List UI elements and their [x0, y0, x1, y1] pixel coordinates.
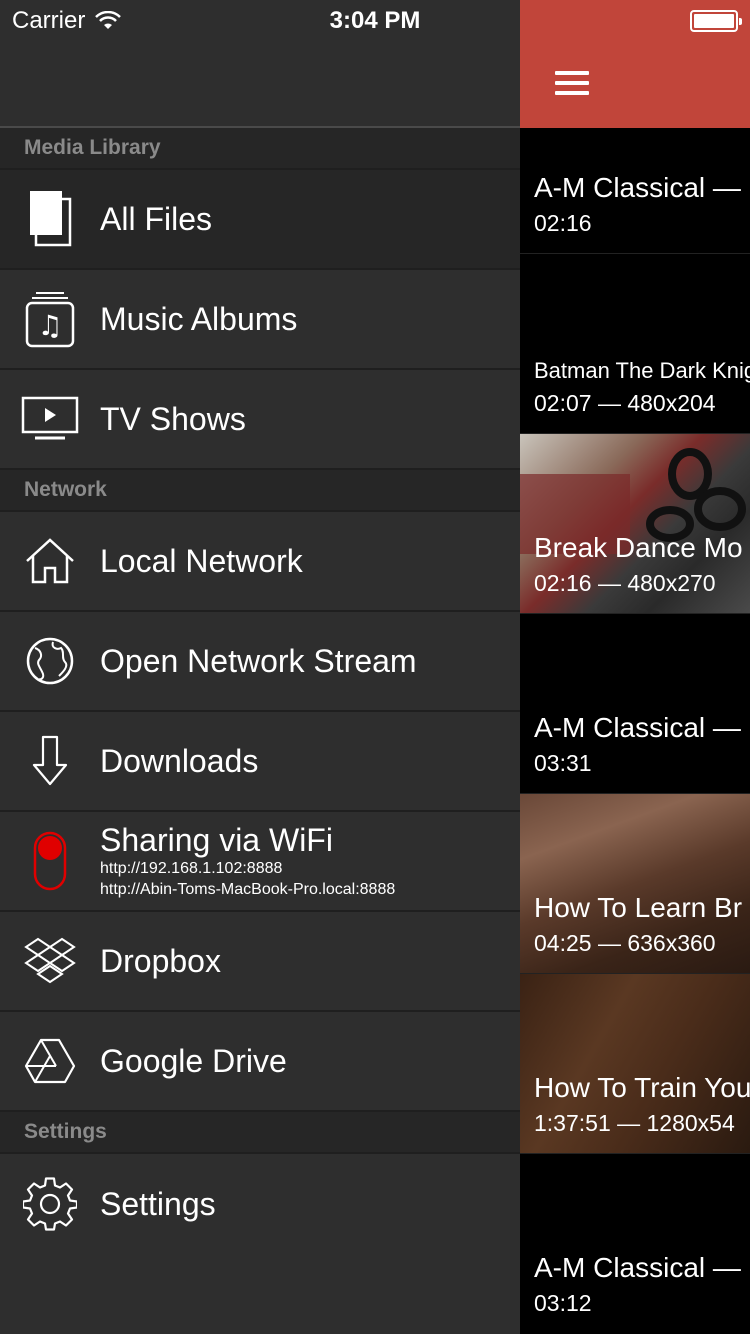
sidebar-item-label: Local Network [100, 542, 303, 579]
video-meta: 02:16 [534, 210, 592, 236]
sidebar-item-open-network-stream[interactable]: Open Network Stream [0, 612, 520, 712]
sharing-url-host: http://Abin-Toms-MacBook-Pro.local:8888 [100, 881, 396, 898]
sharing-text-group: Sharing via WiFi http://192.168.1.102:88… [100, 822, 395, 900]
video-row[interactable]: How To Train You 1:37:51 — 1280x54 [520, 974, 750, 1154]
svg-text:♫: ♫ [37, 309, 62, 342]
sidebar-item-label: Open Network Stream [100, 642, 417, 679]
video-meta: 02:07 — 480x204 [534, 390, 716, 416]
sidebar-item-label: Downloads [100, 742, 259, 779]
sidebar-item-label: TV Shows [100, 400, 246, 437]
sidebar-item-tv-shows[interactable]: TV Shows [0, 370, 520, 470]
sidebar-item-label: Music Albums [100, 300, 298, 337]
sidebar: Media Library All Files ♫ Music Albums T… [0, 0, 520, 1334]
section-header-settings: Settings [0, 1112, 520, 1154]
video-meta: 03:12 [534, 1290, 592, 1316]
video-row[interactable]: A-M Classical — 02:16 [520, 128, 750, 254]
section-header-network: Network [0, 470, 520, 512]
sidebar-item-dropbox[interactable]: Dropbox [0, 912, 520, 1012]
files-icon [0, 169, 100, 269]
sidebar-item-label: Settings [100, 1185, 216, 1222]
video-meta: 1:37:51 — 1280x54 [534, 1110, 735, 1136]
hamburger-menu-icon[interactable] [555, 71, 589, 95]
sidebar-item-google-drive[interactable]: Google Drive [0, 1012, 520, 1112]
download-arrow-icon [0, 711, 100, 811]
video-title: Break Dance Mo [534, 532, 743, 563]
music-album-icon: ♫ [0, 269, 100, 369]
gear-icon [0, 1154, 100, 1254]
video-row[interactable]: A-M Classical — 03:31 [520, 614, 750, 794]
video-title: Batman The Dark Knig [534, 358, 750, 383]
video-meta: 04:25 — 636x360 [534, 930, 716, 956]
video-title: A-M Classical — [534, 1252, 741, 1283]
section-header-media-library: Media Library [0, 128, 520, 170]
sidebar-item-music-albums[interactable]: ♫ Music Albums [0, 270, 520, 370]
video-title: A-M Classical — [534, 172, 741, 203]
video-row[interactable]: How To Learn Br 04:25 — 636x360 [520, 794, 750, 974]
home-icon [0, 511, 100, 611]
video-row[interactable]: A-M Classical — 03:12 [520, 1154, 750, 1334]
sidebar-item-label: Google Drive [100, 1042, 287, 1079]
video-row[interactable]: Batman The Dark Knig 02:07 — 480x204 [520, 254, 750, 434]
dropbox-icon [0, 911, 100, 1011]
wifi-sharing-toggle[interactable] [0, 811, 100, 911]
sidebar-item-all-files[interactable]: All Files [0, 170, 520, 270]
sidebar-item-downloads[interactable]: Downloads [0, 712, 520, 812]
google-drive-icon [0, 1011, 100, 1111]
sidebar-item-settings[interactable]: Settings [0, 1154, 520, 1254]
tv-icon [0, 369, 100, 469]
video-title: A-M Classical — [534, 712, 741, 743]
video-meta: 03:31 [534, 750, 592, 776]
sidebar-item-local-network[interactable]: Local Network [0, 512, 520, 612]
sharing-url-ip: http://192.168.1.102:8888 [100, 860, 283, 877]
battery-icon [690, 10, 742, 32]
sidebar-item-sharing-wifi[interactable]: Sharing via WiFi http://192.168.1.102:88… [0, 812, 520, 912]
status-bar: Carrier 3:04 PM [0, 0, 750, 40]
sidebar-item-label: Sharing via WiFi [100, 822, 333, 858]
video-title: How To Learn Br [534, 892, 743, 923]
sidebar-item-label: Dropbox [100, 942, 221, 979]
video-title: How To Train You [534, 1072, 750, 1103]
status-time: 3:04 PM [329, 7, 421, 34]
video-meta: 02:16 — 480x270 [534, 570, 716, 596]
globe-icon [0, 611, 100, 711]
sidebar-item-label: All Files [100, 200, 213, 237]
video-list-pane: A-M Classical — 02:16 Batman The Dark Kn… [520, 0, 750, 1334]
video-row[interactable]: Break Dance Mo 02:16 — 480x270 [520, 434, 750, 614]
